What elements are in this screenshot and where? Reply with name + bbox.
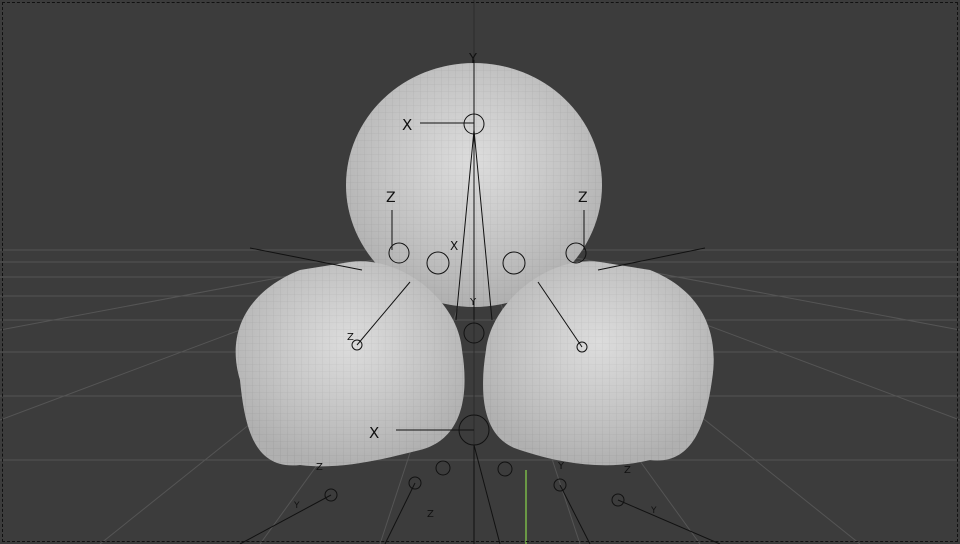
axis-label-y-foot-far-right: Y bbox=[650, 506, 657, 516]
axis-label-z-left: Z bbox=[386, 190, 396, 206]
axis-label-x-head: X bbox=[402, 116, 412, 134]
sculpted-mesh[interactable] bbox=[235, 63, 714, 467]
axis-label-z-right: Z bbox=[578, 190, 588, 206]
axis-label-z-left-hand: Z bbox=[347, 332, 354, 343]
axis-label-z-foot-left: Z bbox=[316, 462, 323, 473]
axis-label-x-shoulder: X bbox=[450, 239, 458, 253]
axis-label-x-bottom: X bbox=[369, 424, 379, 442]
axis-label-y-top: Y bbox=[468, 52, 477, 67]
axis-label-z-foot-mid: Z bbox=[427, 509, 434, 520]
axis-label-y-mid: Y bbox=[469, 297, 477, 308]
axis-label-z-foot-right: Z bbox=[624, 465, 631, 476]
axis-label-y-foot-left: Y bbox=[293, 501, 300, 511]
3d-viewport[interactable]: Y X Z Z X Y Z X Z Y Z Y Z Y bbox=[0, 0, 960, 544]
axis-label-y-foot-right: Y bbox=[557, 461, 565, 472]
viewport-canvas[interactable]: Y X Z Z X Y Z X Z Y Z Y Z Y bbox=[0, 0, 960, 544]
